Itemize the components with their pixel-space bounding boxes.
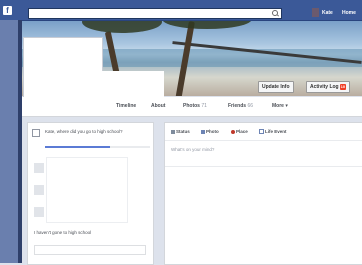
status-input[interactable]: What's on your mind? [171, 147, 214, 152]
update-info-button[interactable]: Update Info [258, 81, 294, 93]
tab-friends[interactable]: Friends 66 [228, 103, 253, 109]
progress-bar-track [110, 146, 150, 148]
search-icon[interactable] [272, 10, 278, 16]
friends-list-area [46, 157, 128, 223]
friend-avatar[interactable] [34, 163, 44, 173]
progress-bar [45, 146, 110, 148]
school-input[interactable] [34, 245, 146, 255]
friend-avatar[interactable] [34, 185, 44, 195]
pencil-icon [171, 130, 175, 134]
palm-leaves [82, 21, 162, 33]
avatar[interactable] [312, 8, 319, 17]
composer-divider [165, 166, 362, 167]
tab-life-event[interactable]: Life Event [259, 129, 287, 134]
profile-name-link[interactable]: Kate [322, 10, 333, 16]
tab-about[interactable]: About [151, 103, 165, 109]
profile-name-area [101, 71, 164, 97]
life-event-icon [259, 129, 264, 134]
activity-log-button[interactable]: Activity Log 10 [306, 81, 351, 93]
activity-log-badge: 10 [339, 84, 347, 90]
composer-tabs: Status Photo Place Life Event [165, 123, 362, 141]
profile-tabs: Timeline About Photos 71 Friends 66 More… [22, 97, 362, 117]
camera-icon [201, 130, 205, 134]
profile-picture[interactable] [23, 37, 103, 99]
activity-log-label: Activity Log [310, 84, 339, 90]
tab-photo[interactable]: Photo [201, 129, 219, 134]
question-text: Kate, where did you go to high school? [45, 129, 123, 134]
tab-more[interactable]: More ▾ [272, 103, 288, 109]
place-pin-icon [231, 130, 235, 134]
tab-place[interactable]: Place [231, 129, 248, 134]
palm-leaves [162, 21, 252, 29]
school-icon [32, 129, 40, 137]
facebook-logo[interactable]: f [3, 6, 12, 15]
home-link[interactable]: Home [342, 10, 356, 16]
tab-status[interactable]: Status [171, 129, 190, 134]
page-left-edge [0, 20, 18, 263]
friend-avatar[interactable] [34, 207, 44, 217]
tab-photos[interactable]: Photos 71 [183, 103, 207, 109]
tab-timeline[interactable]: Timeline [116, 103, 136, 109]
search-input[interactable] [28, 8, 282, 19]
status-composer: Status Photo Place Life Event What's on … [164, 122, 362, 265]
top-bar: f Kate Home [0, 0, 362, 21]
no-high-school-option[interactable]: I haven't gone to high school [34, 230, 91, 235]
